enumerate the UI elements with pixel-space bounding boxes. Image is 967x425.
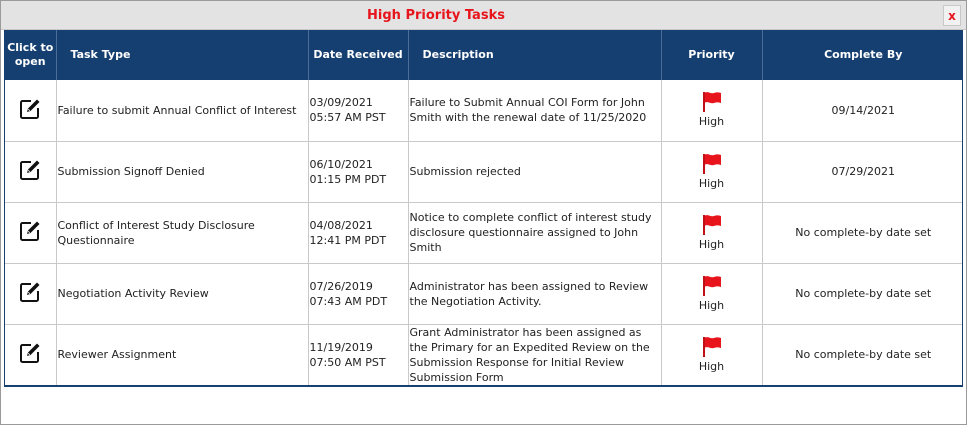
- high-priority-tasks-dialog: High Priority Tasks x Click to open Task…: [0, 0, 967, 425]
- open-cell: [5, 202, 57, 264]
- date-received-time: 05:57 AM PST: [309, 111, 386, 125]
- priority-label: High: [698, 176, 725, 190]
- description: Submission rejected: [409, 165, 521, 178]
- open-cell: [5, 263, 57, 325]
- complete-by-cell: 07/29/2021: [762, 141, 962, 203]
- date-received-cell: 03/09/2021 05:57 AM PST: [308, 80, 409, 142]
- task-type-cell: Conflict of Interest Study Disclosure Qu…: [56, 202, 309, 264]
- open-cell: [5, 80, 57, 142]
- dialog-titlebar: High Priority Tasks x: [1, 1, 966, 30]
- complete-by: No complete-by date set: [795, 287, 932, 300]
- table-row[interactable]: Negotiation Activity Review 07/26/2019 0…: [5, 263, 962, 325]
- tasks-table: Click to open Task Type Date Received De…: [5, 30, 962, 385]
- column-header-date-received[interactable]: Date Received: [308, 30, 409, 80]
- column-header-complete-by[interactable]: Complete By: [762, 30, 962, 80]
- flag-icon: [700, 275, 724, 297]
- date-received-time: 01:15 PM PDT: [309, 172, 387, 186]
- date-received-date: 03/09/2021: [309, 96, 373, 110]
- column-header-task-type[interactable]: Task Type: [56, 30, 309, 80]
- edit-icon[interactable]: [17, 340, 43, 366]
- task-type-cell: Failure to submit Annual Conflict of Int…: [56, 80, 309, 142]
- priority-label: High: [698, 237, 725, 251]
- date-received-cell: 11/19/2019 07:50 AM PST: [308, 324, 409, 385]
- task-type-cell: Submission Signoff Denied: [56, 141, 309, 203]
- description: Administrator has been assigned to Revie…: [409, 279, 649, 308]
- description-cell: Failure to Submit Annual COI Form for Jo…: [408, 80, 662, 142]
- date-received-date: 04/08/2021: [309, 218, 373, 232]
- priority-cell: High: [661, 324, 763, 385]
- flag-icon: [700, 153, 724, 175]
- complete-by: 09/14/2021: [831, 103, 895, 117]
- priority-cell: High: [661, 80, 763, 142]
- complete-by: No complete-by date set: [795, 348, 932, 362]
- task-type: Conflict of Interest Study Disclosure Qu…: [57, 218, 255, 247]
- description-cell: Administrator has been assigned to Revie…: [408, 263, 662, 325]
- flag-icon: [700, 214, 724, 236]
- description: Grant Administrator has been assigned as…: [409, 325, 650, 384]
- priority-label: High: [698, 298, 725, 312]
- date-received-date: 11/19/2019: [309, 340, 373, 354]
- date-received-time: 07:50 AM PST: [309, 355, 386, 369]
- description-cell: Submission rejected: [408, 141, 662, 203]
- task-type-cell: Reviewer Assignment: [56, 324, 309, 385]
- date-received-time: 12:41 PM PDT: [309, 233, 387, 247]
- task-type: Failure to submit Annual Conflict of Int…: [57, 103, 297, 117]
- open-cell: [5, 141, 57, 203]
- task-type: Negotiation Activity Review: [57, 287, 209, 300]
- complete-by-cell: No complete-by date set: [762, 202, 962, 264]
- date-received-cell: 06/10/2021 01:15 PM PDT: [308, 141, 409, 203]
- close-button[interactable]: x: [943, 5, 961, 26]
- column-header-click-to-open: Click to open: [5, 30, 57, 80]
- task-type: Submission Signoff Denied: [57, 165, 205, 178]
- flag-icon: [700, 336, 724, 358]
- table-header-row: Click to open Task Type Date Received De…: [5, 30, 962, 80]
- edit-icon[interactable]: [17, 279, 43, 305]
- description-cell: Notice to complete conflict of interest …: [408, 202, 662, 264]
- open-cell: [5, 324, 57, 385]
- priority-cell: High: [661, 263, 763, 325]
- priority-label: High: [698, 359, 725, 373]
- table-row[interactable]: Reviewer Assignment 11/19/2019 07:50 AM …: [5, 324, 962, 385]
- complete-by-cell: No complete-by date set: [762, 263, 962, 325]
- tasks-table-container: Click to open Task Type Date Received De…: [4, 30, 963, 387]
- description: Notice to complete conflict of interest …: [409, 211, 652, 254]
- complete-by: 07/29/2021: [831, 165, 895, 178]
- date-received-date: 06/10/2021: [309, 157, 373, 171]
- date-received-time: 07:43 AM PDT: [309, 294, 388, 308]
- date-received-cell: 07/26/2019 07:43 AM PDT: [308, 263, 409, 325]
- description-cell: Grant Administrator has been assigned as…: [408, 324, 662, 385]
- complete-by-cell: 09/14/2021: [762, 80, 962, 142]
- date-received-date: 07/26/2019: [309, 279, 373, 293]
- priority-label: High: [698, 115, 725, 129]
- dialog-title: High Priority Tasks: [367, 8, 505, 23]
- task-type-cell: Negotiation Activity Review: [56, 263, 309, 325]
- table-row[interactable]: Conflict of Interest Study Disclosure Qu…: [5, 202, 962, 264]
- priority-cell: High: [661, 202, 763, 264]
- complete-by: No complete-by date set: [795, 226, 932, 239]
- task-type: Reviewer Assignment: [57, 348, 177, 362]
- edit-icon[interactable]: [17, 218, 43, 244]
- complete-by-cell: No complete-by date set: [762, 324, 962, 385]
- edit-icon[interactable]: [17, 157, 43, 183]
- column-header-priority[interactable]: Priority: [661, 30, 763, 80]
- description: Failure to Submit Annual COI Form for Jo…: [409, 96, 647, 125]
- flag-icon: [700, 91, 724, 113]
- priority-cell: High: [661, 141, 763, 203]
- table-row[interactable]: Submission Signoff Denied 06/10/2021 01:…: [5, 141, 962, 203]
- table-row[interactable]: Failure to submit Annual Conflict of Int…: [5, 80, 962, 142]
- column-header-description[interactable]: Description: [408, 30, 662, 80]
- date-received-cell: 04/08/2021 12:41 PM PDT: [308, 202, 409, 264]
- edit-icon[interactable]: [17, 96, 43, 122]
